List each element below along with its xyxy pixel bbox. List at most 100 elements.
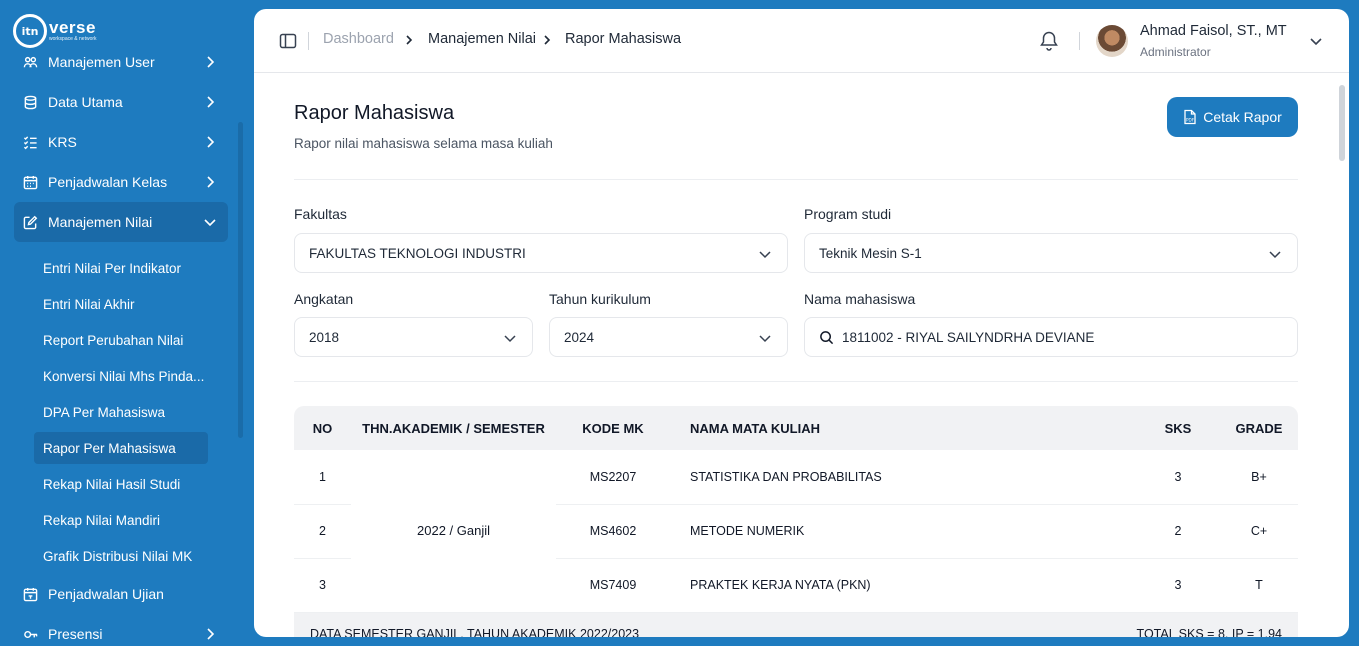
- cell-nama: PRAKTEK KERJA NYATA (PKN): [670, 558, 1136, 613]
- submenu-label: Rekap Nilai Hasil Studi: [43, 476, 181, 492]
- kurikulum-value: 2024: [564, 329, 595, 345]
- svg-text:PDF: PDF: [1186, 118, 1195, 123]
- sidebar-item-penjadwalan-kelas[interactable]: Penjadwalan Kelas: [14, 162, 228, 202]
- divider: [1079, 32, 1080, 50]
- col-header-nama: NAMA MATA KULIAH: [690, 420, 820, 436]
- mahasiswa-value: 1811002 - RIYAL SAILYNDRHA DEVIANE: [842, 329, 1095, 345]
- search-icon: [820, 330, 834, 344]
- sidebar-scrollbar[interactable]: [238, 122, 243, 438]
- chevron-down-icon: [504, 335, 516, 343]
- chevron-right-icon: [207, 56, 215, 68]
- submenu-rekap-nilai-hasil-studi[interactable]: Rekap Nilai Hasil Studi: [34, 468, 208, 500]
- submenu-rapor-per-mahasiswa[interactable]: Rapor Per Mahasiswa: [34, 432, 208, 464]
- table-row: 1 2022 / Ganjil MS2207 STATISTIKA DAN PR…: [294, 450, 1298, 613]
- page-subtitle: Rapor nilai mahasiswa selama masa kuliah: [294, 136, 553, 151]
- cell-nama: METODE NUMERIK: [670, 504, 1136, 559]
- mahasiswa-search-input[interactable]: 1811002 - RIYAL SAILYNDRHA DEVIANE: [804, 317, 1298, 357]
- prodi-value: Teknik Mesin S-1: [819, 245, 922, 261]
- sidebar-item-presensi[interactable]: Presensi: [14, 614, 228, 646]
- cell-kode: MS4602: [556, 504, 670, 559]
- key-icon: [22, 626, 38, 642]
- sidebar-item-data-utama[interactable]: Data Utama: [14, 82, 228, 122]
- cell-no: 2: [294, 504, 351, 559]
- submenu-grafik-distribusi-nilai[interactable]: Grafik Distribusi Nilai MK: [34, 540, 208, 572]
- database-icon: [22, 94, 38, 110]
- sidebar-item-label: Penjadwalan Kelas: [48, 174, 168, 190]
- prodi-select[interactable]: Teknik Mesin S-1: [804, 233, 1298, 273]
- cell-no: 1: [294, 450, 351, 505]
- brand-name: verse: [49, 18, 96, 37]
- submenu-label: Grafik Distribusi Nilai MK: [43, 548, 193, 564]
- semester-summary-label: DATA SEMESTER GANJIL, TAHUN AKADEMIK 202…: [294, 612, 1136, 637]
- notification-bell-icon[interactable]: [1039, 30, 1059, 52]
- sidebar: itn verse workspace & network Manajemen …: [0, 0, 246, 646]
- top-bar: Dashboard Manajemen Nilai Rapor Mahasisw…: [254, 9, 1349, 73]
- avatar[interactable]: [1096, 25, 1128, 57]
- pdf-icon: PDF: [1184, 109, 1196, 125]
- submenu-label: Entri Nilai Per Indikator: [43, 260, 182, 276]
- submenu-label: Report Perubahan Nilai: [43, 332, 184, 348]
- fakultas-value: FAKULTAS TEKNOLOGI INDUSTRI: [309, 245, 526, 261]
- cell-nama: STATISTIKA DAN PROBABILITAS: [670, 450, 1136, 505]
- fakultas-select[interactable]: FAKULTAS TEKNOLOGI INDUSTRI: [294, 233, 788, 273]
- breadcrumb-dashboard[interactable]: Dashboard: [323, 31, 394, 47]
- chevron-down-icon[interactable]: [1308, 33, 1324, 49]
- col-header-kode: KODE MK: [582, 420, 644, 436]
- submenu-rekap-nilai-mandiri[interactable]: Rekap Nilai Mandiri: [34, 504, 208, 536]
- cell-sks: 2: [1136, 504, 1220, 559]
- grades-table: NO THN.AKADEMIK / SEMESTER KODE MK NAMA …: [294, 406, 1298, 637]
- submenu-dpa-per-mahasiswa[interactable]: DPA Per Mahasiswa: [34, 396, 208, 428]
- divider: [294, 381, 1298, 382]
- sidebar-toggle-icon[interactable]: [279, 32, 297, 50]
- chevron-down-icon: [759, 335, 771, 343]
- chevron-down-icon: [204, 219, 216, 227]
- divider: [294, 179, 1298, 180]
- sidebar-item-manajemen-nilai[interactable]: Manajemen Nilai: [14, 202, 228, 242]
- chevron-right-icon: [207, 96, 215, 108]
- submenu-entri-nilai-per-indikator[interactable]: Entri Nilai Per Indikator: [34, 252, 208, 284]
- sidebar-item-label: Data Utama: [48, 94, 123, 110]
- sidebar-item-label: Manajemen Nilai: [48, 214, 153, 230]
- kurikulum-label: Tahun kurikulum: [549, 291, 651, 307]
- kurikulum-select[interactable]: 2024: [549, 317, 788, 357]
- breadcrumb-rapor-mahasiswa: Rapor Mahasiswa: [565, 31, 682, 47]
- semester-summary-row: DATA SEMESTER GANJIL, TAHUN AKADEMIK 202…: [294, 612, 1298, 637]
- submenu-konversi-nilai[interactable]: Konversi Nilai Mhs Pinda...: [34, 360, 208, 392]
- users-icon: [22, 54, 38, 70]
- print-report-button[interactable]: PDF Cetak Rapor: [1167, 97, 1298, 137]
- sidebar-item-manajemen-user[interactable]: Manajemen User: [14, 42, 228, 82]
- breadcrumb-manajemen-nilai[interactable]: Manajemen Nilai: [428, 31, 536, 47]
- main-panel: Dashboard Manajemen Nilai Rapor Mahasisw…: [254, 9, 1349, 637]
- submenu-label: DPA Per Mahasiswa: [43, 404, 166, 420]
- table-header-row: NO THN.AKADEMIK / SEMESTER KODE MK NAMA …: [294, 406, 1298, 450]
- prodi-label: Program studi: [804, 206, 892, 222]
- sidebar-item-label: Penjadwalan Ujian: [48, 586, 164, 602]
- chevron-right-icon: [406, 35, 413, 45]
- semester-summary-total: TOTAL SKS = 8, IP = 1.94: [1136, 612, 1298, 637]
- cell-sks: 3: [1136, 558, 1220, 613]
- sidebar-item-penjadwalan-ujian[interactable]: Penjadwalan Ujian: [14, 574, 228, 614]
- chevron-right-icon: [207, 176, 215, 188]
- cell-grade: C+: [1220, 504, 1298, 559]
- user-name[interactable]: Ahmad Faisol, ST., MT: [1140, 23, 1287, 39]
- sidebar-item-label: KRS: [48, 134, 77, 150]
- divider: [308, 32, 309, 50]
- cell-grade: T: [1220, 558, 1298, 613]
- edit-icon: [22, 214, 38, 230]
- submenu-entri-nilai-akhir[interactable]: Entri Nilai Akhir: [34, 288, 208, 320]
- mahasiswa-label: Nama mahasiswa: [804, 291, 916, 307]
- cell-kode: MS7409: [556, 558, 670, 613]
- calendar-icon: [22, 174, 38, 190]
- angkatan-select[interactable]: 2018: [294, 317, 533, 357]
- content-scrollbar[interactable]: [1339, 85, 1345, 161]
- angkatan-value: 2018: [309, 329, 340, 345]
- col-header-grade: GRADE: [1235, 420, 1283, 436]
- print-report-label: Cetak Rapor: [1203, 109, 1282, 125]
- submenu-report-perubahan-nilai[interactable]: Report Perubahan Nilai: [34, 324, 208, 356]
- submenu-label: Entri Nilai Akhir: [43, 296, 135, 312]
- page-title: Rapor Mahasiswa: [294, 102, 455, 124]
- col-header-sks: SKS: [1164, 420, 1192, 436]
- sidebar-item-krs[interactable]: KRS: [14, 122, 228, 162]
- chevron-right-icon: [544, 35, 551, 45]
- submenu-label: Rapor Per Mahasiswa: [43, 440, 176, 456]
